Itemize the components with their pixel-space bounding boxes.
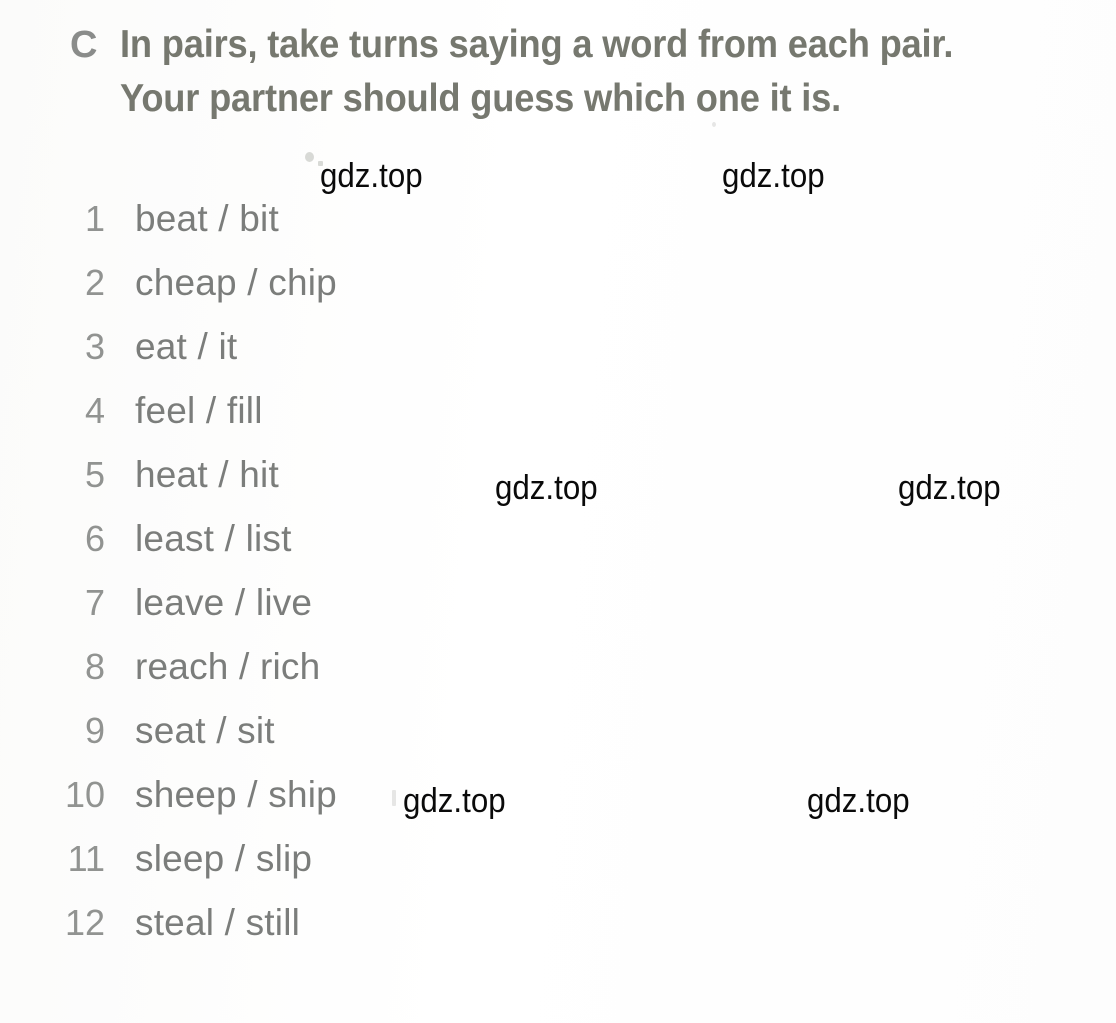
item-words: eat / it xyxy=(135,326,238,367)
list-item: 3 eat / it xyxy=(0,324,700,388)
item-words: beat / bit xyxy=(135,198,279,239)
list-item: 4 feel / fill xyxy=(0,388,700,452)
exercise-instruction: In pairs, take turns saying a word from … xyxy=(120,23,963,120)
watermark: gdz.top xyxy=(495,469,598,507)
item-number: 4 xyxy=(84,390,105,431)
list-item: 11 sleep / slip xyxy=(0,836,700,900)
list-item: 8 reach / rich xyxy=(0,644,700,708)
watermark: gdz.top xyxy=(320,157,423,195)
item-words: sheep / ship xyxy=(135,774,337,815)
word-pair-list: 1 beat / bit 2 cheap / chip 3 eat / it 4… xyxy=(0,196,700,964)
item-words: heat / hit xyxy=(135,454,279,495)
list-item: 10 sheep / ship xyxy=(0,772,700,836)
item-number: 3 xyxy=(84,326,105,367)
exercise-heading: C In pairs, take turns saying a word fro… xyxy=(70,18,1100,126)
scan-speck xyxy=(392,790,396,806)
item-words: reach / rich xyxy=(135,646,321,687)
item-number: 8 xyxy=(84,646,105,687)
watermark: gdz.top xyxy=(403,782,506,820)
item-words: least / list xyxy=(135,518,292,559)
item-words: sleep / slip xyxy=(135,838,313,879)
item-words: leave / live xyxy=(135,582,313,623)
item-words: cheap / chip xyxy=(135,262,337,303)
item-number: 2 xyxy=(84,262,105,303)
list-item: 2 cheap / chip xyxy=(0,260,700,324)
item-number: 5 xyxy=(84,454,105,495)
scan-speck xyxy=(318,161,323,166)
item-words: seat / sit xyxy=(135,710,275,751)
page-canvas: C In pairs, take turns saying a word fro… xyxy=(0,0,1116,1023)
scan-speck xyxy=(712,122,716,127)
item-words: feel / fill xyxy=(135,390,263,431)
watermark: gdz.top xyxy=(898,469,1001,507)
list-item: 9 seat / sit xyxy=(0,708,700,772)
item-number: 12 xyxy=(64,902,105,943)
item-number: 6 xyxy=(84,518,105,559)
item-words: steal / still xyxy=(135,902,301,943)
list-item: 7 leave / live xyxy=(0,580,700,644)
item-number: 11 xyxy=(67,838,105,879)
list-item: 12 steal / still xyxy=(0,900,700,964)
item-number: 9 xyxy=(84,710,105,751)
scan-speck xyxy=(305,152,314,162)
list-item: 1 beat / bit xyxy=(0,196,700,260)
watermark: gdz.top xyxy=(807,782,910,820)
item-number: 10 xyxy=(64,774,105,815)
watermark: gdz.top xyxy=(722,157,825,195)
exercise-letter: C xyxy=(70,24,98,66)
item-number: 1 xyxy=(84,198,105,239)
item-number: 7 xyxy=(84,582,105,623)
list-item: 6 least / list xyxy=(0,516,700,580)
